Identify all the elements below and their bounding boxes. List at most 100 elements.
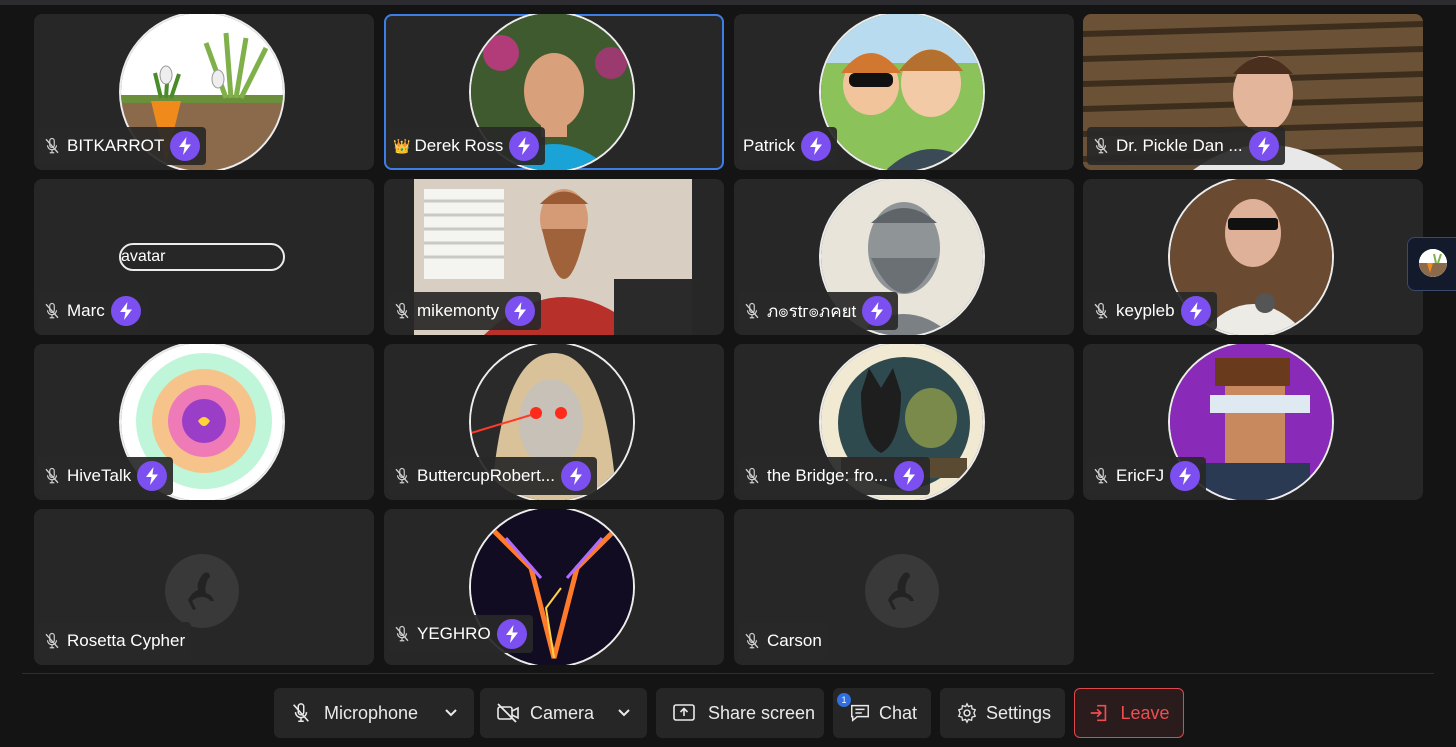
mic-off-icon (45, 632, 59, 649)
participant-nametag: Marc (38, 292, 147, 330)
participant-tile-ericfj[interactable]: EricFJ (1083, 344, 1423, 500)
mic-off-icon (395, 625, 409, 642)
zap-icon[interactable] (110, 296, 141, 326)
participant-name: keypleb (1116, 301, 1175, 320)
zap-icon[interactable] (1170, 461, 1201, 491)
participant-tile-carson[interactable]: Carson (734, 509, 1074, 665)
mini-avatar (1419, 249, 1447, 277)
participant-name: Rosetta Cypher (67, 631, 186, 650)
chevron-down-icon[interactable] (442, 703, 460, 721)
camera-label: Camera (530, 702, 595, 723)
participant-name: the Bridge: fro... (767, 466, 888, 485)
leave-icon (1091, 704, 1107, 722)
participant-nametag: 👑 Derek Ross (388, 127, 546, 165)
chat-label: Chat (879, 702, 918, 723)
participant-tile-rosetta-cypher[interactable]: Rosetta Cypher (34, 509, 374, 665)
camera-off-icon (497, 703, 519, 723)
mic-off-icon (1094, 302, 1108, 319)
participant-name: BITKARROT (67, 136, 165, 155)
ostrich-placeholder-icon (165, 554, 239, 628)
participant-tile-mikemonty[interactable]: mikemonty (384, 179, 724, 335)
chat-icon (851, 704, 869, 722)
participant-name: YEGHRO (417, 624, 491, 643)
chat-unread-badge: 1 (837, 693, 851, 707)
camera-button[interactable]: Camera (480, 688, 647, 738)
controls-divider (22, 673, 1434, 674)
participant-tile-keypleb[interactable]: keypleb (1083, 179, 1423, 335)
participant-tile-dr-pickle-dan[interactable]: Dr. Pickle Dan ... (1083, 14, 1423, 170)
participant-tile-hivetalk[interactable]: HiveTalk (34, 344, 374, 500)
mic-off-icon (745, 467, 759, 484)
participant-name: ButtercupRobert... (417, 466, 555, 485)
participant-nametag: HiveTalk (38, 457, 174, 495)
zap-icon[interactable] (496, 619, 527, 649)
participant-name: Dr. Pickle Dan ... (1116, 136, 1243, 155)
zap-icon[interactable] (170, 131, 201, 161)
mic-off-icon (45, 467, 59, 484)
mic-off-icon (1094, 137, 1108, 154)
chat-button[interactable]: 1 Chat (833, 688, 931, 738)
participant-nametag: Dr. Pickle Dan ... (1087, 127, 1285, 165)
avatar (819, 14, 985, 170)
mic-off-icon (45, 302, 59, 319)
mic-off-icon (293, 703, 309, 722)
participant-nametag: keypleb (1087, 292, 1217, 330)
participant-nametag: mikemonty (388, 292, 542, 330)
participant-name: EricFJ (1116, 466, 1165, 485)
participant-tile-yeghro[interactable]: YEGHRO (384, 509, 724, 665)
settings-button[interactable]: Settings (940, 688, 1065, 738)
participant-name: ภ๏รtг๏ภคยt (767, 301, 857, 321)
zap-icon[interactable] (1248, 131, 1279, 161)
participant-nametag: Carson (738, 622, 828, 660)
participant-name: Marc (67, 301, 105, 320)
settings-label: Settings (986, 702, 1052, 723)
participant-name: Derek Ross (414, 136, 504, 155)
ostrich-placeholder-icon (865, 554, 939, 628)
share-screen-label: Share screen (708, 702, 816, 723)
zap-icon[interactable] (509, 131, 540, 161)
side-avatar-widget[interactable] (1407, 237, 1456, 291)
participant-tile-buttercuprobert[interactable]: ButtercupRobert... (384, 344, 724, 500)
share-screen-button[interactable]: Share screen (656, 688, 824, 738)
participant-grid: BITKARROT 👑 Derek Ross Patrick Dr. Pickl… (0, 0, 1456, 670)
participant-nametag: BITKARROT (38, 127, 207, 165)
zap-icon[interactable] (560, 461, 591, 491)
participant-nametag: ButtercupRobert... (388, 457, 597, 495)
participant-tile-marc[interactable]: avatar Marc (34, 179, 374, 335)
microphone-button[interactable]: Microphone (274, 688, 474, 738)
participant-nametag: Rosetta Cypher (38, 622, 192, 660)
participant-tile-derek-ross[interactable]: 👑 Derek Ross (384, 14, 724, 170)
participant-nametag: EricFJ (1087, 457, 1207, 495)
mic-off-icon (395, 302, 409, 319)
chevron-down-icon[interactable] (615, 703, 633, 721)
participant-nametag: YEGHRO (388, 615, 533, 653)
zap-icon[interactable] (862, 296, 893, 326)
leave-label: Leave (1120, 702, 1170, 723)
zap-icon[interactable] (800, 131, 831, 161)
mic-off-icon (745, 632, 759, 649)
participant-name: HiveTalk (67, 466, 132, 485)
mic-off-icon (1094, 467, 1108, 484)
zap-icon[interactable] (137, 461, 168, 491)
mic-off-icon (395, 467, 409, 484)
mic-off-icon (745, 302, 759, 319)
zap-icon[interactable] (893, 461, 924, 491)
participant-tile-patrick[interactable]: Patrick (734, 14, 1074, 170)
participant-name: Patrick (743, 136, 795, 155)
participant-nametag: Patrick (738, 127, 837, 165)
participant-tile-bitkarrot[interactable]: BITKARROT (34, 14, 374, 170)
mic-off-icon (45, 137, 59, 154)
participant-name: mikemonty (417, 301, 500, 320)
participant-tile-nostronaut[interactable]: ภ๏รtг๏ภคยt (734, 179, 1074, 335)
participant-name: Carson (767, 631, 822, 650)
participant-tile-the-bridge[interactable]: the Bridge: fro... (734, 344, 1074, 500)
microphone-label: Microphone (324, 702, 419, 723)
zap-icon[interactable] (1180, 296, 1211, 326)
zap-icon[interactable] (505, 296, 536, 326)
gear-icon (957, 702, 977, 724)
broken-avatar-image: avatar (119, 243, 285, 271)
call-controls-bar: Microphone Camera Share screen 1 Chat Se… (0, 688, 1456, 738)
crown-icon: 👑 (393, 137, 411, 154)
participant-nametag: ภ๏รtг๏ภคยt (738, 292, 899, 330)
leave-button[interactable]: Leave (1074, 688, 1184, 738)
